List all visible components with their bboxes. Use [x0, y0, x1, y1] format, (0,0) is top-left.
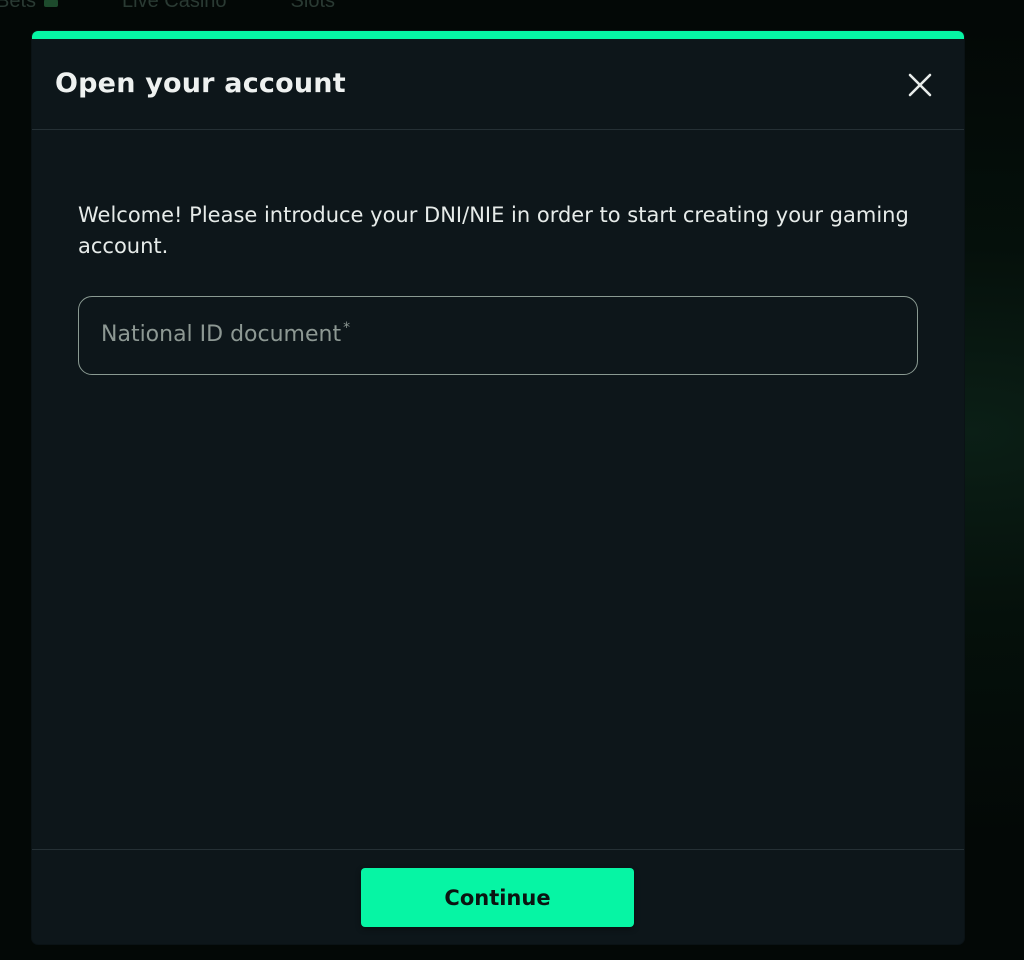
- bg-nav-item-live-casino: Live Casino: [122, 0, 227, 12]
- background-nav: Bets Live Casino Slots: [0, 0, 335, 18]
- bg-nav-label: Bets: [0, 0, 37, 12]
- close-icon: [908, 73, 932, 97]
- national-id-input[interactable]: [79, 297, 917, 374]
- modal-footer: Continue: [32, 849, 964, 944]
- continue-button[interactable]: Continue: [361, 868, 634, 927]
- bg-nav-item-bets: Bets: [0, 0, 59, 18]
- national-id-field[interactable]: National ID document *: [78, 296, 918, 375]
- modal-accent-bar: [32, 31, 964, 39]
- intro-text: Welcome! Please introduce your DNI/NIE i…: [78, 203, 909, 258]
- modal-header: Open your account: [32, 39, 964, 130]
- modal-title: Open your account: [55, 68, 346, 99]
- heart-icon: [44, 0, 59, 7]
- close-button[interactable]: [906, 71, 934, 99]
- bg-nav-item-slots: Slots: [290, 0, 336, 12]
- open-account-modal: Open your account Welcome! Please introd…: [32, 31, 964, 944]
